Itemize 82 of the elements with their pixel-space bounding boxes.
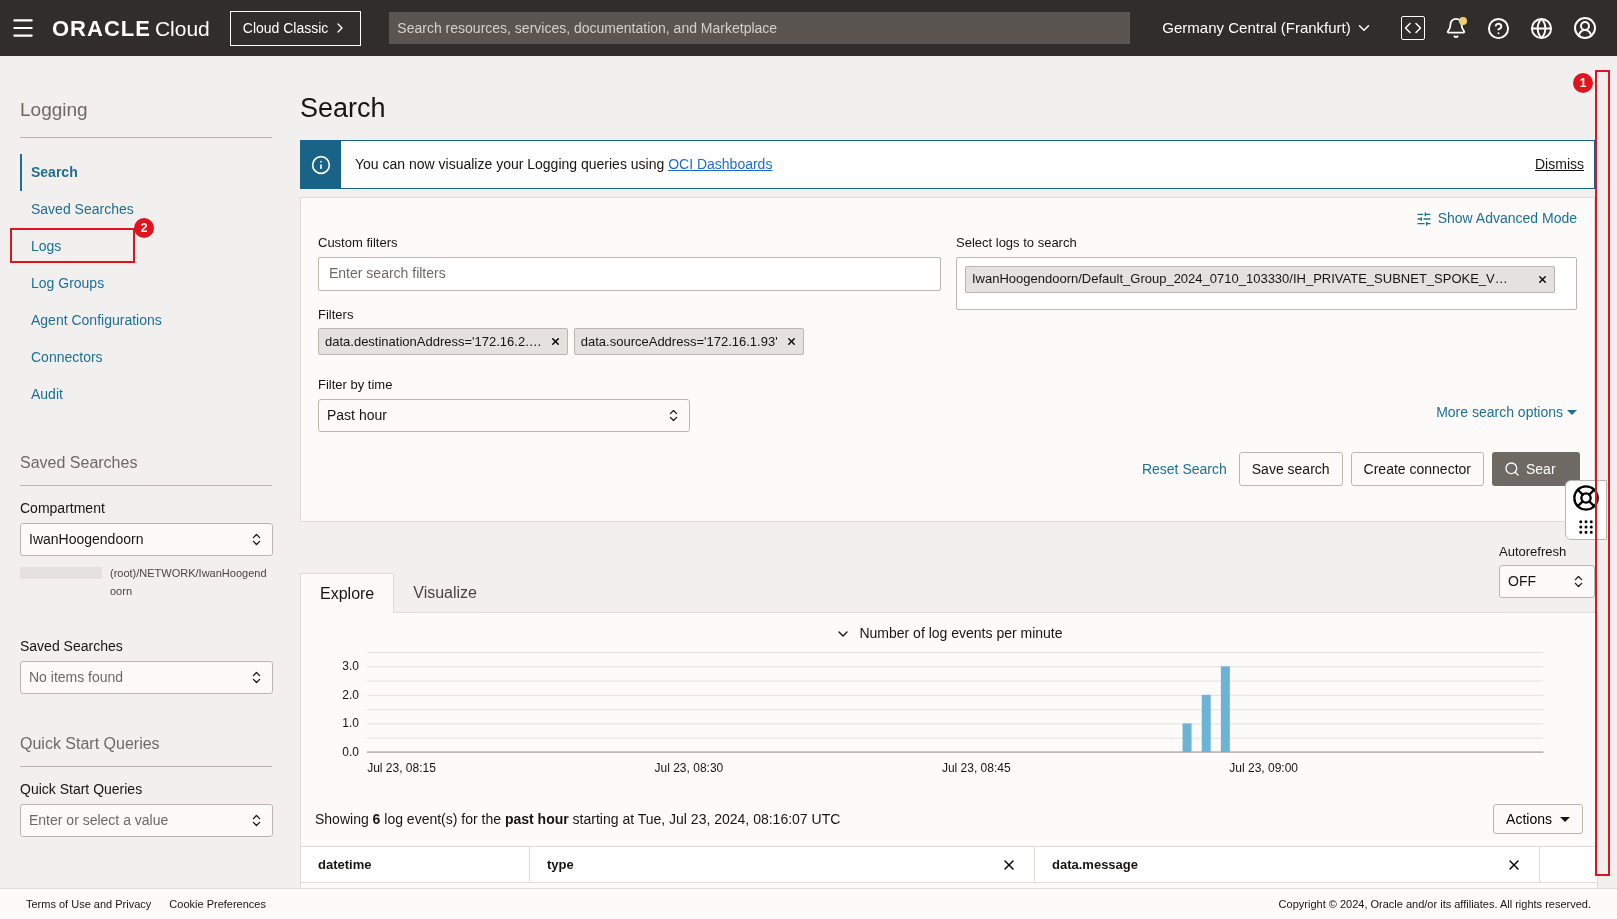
- bell-icon[interactable]: [1444, 17, 1467, 39]
- column-header[interactable]: type: [530, 847, 1035, 882]
- filter-chip[interactable]: data.destinationAddress='172.16.2.…: [318, 328, 568, 355]
- axis-label: Jul 23, 08:30: [654, 761, 724, 775]
- caret-icon: [1560, 816, 1570, 822]
- cloud-classic-button[interactable]: Cloud Classic: [229, 10, 362, 46]
- search-field[interactable]: Search resources, services, documentation, and Marketplace: [389, 12, 1131, 44]
- axis-label: 1.0: [342, 716, 359, 731]
- brand-suffix: Cloud: [154, 15, 210, 42]
- field-label: Quick Start Queries: [20, 779, 144, 799]
- field-label: Saved Searches: [20, 636, 124, 656]
- column-header[interactable]: datetime: [301, 847, 530, 882]
- filter-chip[interactable]: data.sourceAddress='172.16.1.93': [573, 328, 804, 355]
- time-select[interactable]: Past hour: [318, 398, 690, 432]
- sidebar-item[interactable]: Agent Configurations: [20, 301, 166, 339]
- page-title: Search: [300, 92, 387, 125]
- axis-label: 3.0: [342, 659, 359, 674]
- advanced-mode-link[interactable]: Show Advanced Mode: [1415, 208, 1577, 229]
- axis-label: Jul 23, 08:15: [367, 761, 436, 775]
- remove-icon[interactable]: [785, 336, 797, 347]
- filter-chip[interactable]: IwanHoogendoorn/Default_Group_2024_0710_103330/IH_PRIVATE_SUBNET_SPOKE_V…: [965, 265, 1555, 293]
- remove-icon[interactable]: [549, 336, 561, 347]
- sidebar-item[interactable]: Connectors: [20, 338, 107, 376]
- copyright-text: Copyright © 2024, Oracle and/or its affiliates. All rights reserved.: [1278, 896, 1591, 912]
- select-field[interactable]: Enter or select a value: [20, 803, 273, 837]
- help-widget[interactable]: [1565, 480, 1607, 540]
- grid-icon: [1577, 518, 1595, 536]
- field-label: Filters: [318, 305, 355, 324]
- user-avatar-icon[interactable]: [1572, 16, 1597, 40]
- banner-text: You can now visualize your Logging queries using OCI Dashboards: [355, 155, 773, 174]
- chart-bar: [1201, 694, 1211, 752]
- field-label: Filter by time: [318, 376, 394, 394]
- section-heading: Saved Searches: [20, 453, 138, 471]
- callout-badge: 1: [1573, 73, 1593, 93]
- section-heading: Quick Start Queries: [20, 734, 160, 752]
- autorefresh-select[interactable]: OFF: [1499, 565, 1595, 598]
- reset-link[interactable]: Reset Search: [1137, 458, 1231, 480]
- brand-logo[interactable]: ORACLE: [52, 11, 151, 45]
- axis-label: 2.0: [342, 687, 359, 702]
- chart-title[interactable]: Number of log events per minute: [835, 623, 1063, 644]
- select-field[interactable]: No items found: [20, 660, 273, 694]
- axis-label: Jul 23, 08:45: [941, 761, 1011, 775]
- tab[interactable]: Explore: [300, 573, 395, 613]
- column-header[interactable]: data.message: [1035, 847, 1540, 882]
- more-options-link[interactable]: More search options: [1436, 401, 1577, 423]
- region-selector[interactable]: Germany Central (Frankfurt): [1162, 16, 1373, 40]
- sidebar-item[interactable]: Search: [20, 153, 82, 191]
- lifebuoy-icon: [1572, 484, 1600, 512]
- callout-badge: 2: [134, 217, 154, 238]
- chart-bar: [1182, 723, 1192, 752]
- field-label: Compartment: [20, 498, 106, 518]
- results-summary: Showing 6 log event(s) for the past hour starting at Tue, Jul 23, 2024, 08:16:07 UTC: [315, 809, 841, 829]
- actions-button[interactable]: Actions: [1493, 804, 1583, 834]
- compartment-path: (root)/NETWORK/IwanHoogendoorn: [110, 565, 268, 599]
- axis-label: 0.0: [342, 745, 359, 759]
- field-label: Custom filters: [318, 234, 399, 252]
- logs-select-field[interactable]: IwanHoogendoorn/Default_Group_2024_0710_103330/IH_PRIVATE_SUBNET_SPOKE_V…: [956, 256, 1577, 310]
- help-icon[interactable]: [1486, 16, 1510, 40]
- globe-icon[interactable]: [1529, 16, 1553, 40]
- sidebar-item[interactable]: Logs: [20, 227, 66, 265]
- select-field[interactable]: IwanHoogendoorn: [20, 522, 273, 556]
- search-button[interactable]: Sear: [1492, 452, 1580, 486]
- footer-link[interactable]: Cookie Preferences: [169, 895, 266, 913]
- field-label: Autorefresh: [1499, 542, 1568, 561]
- sidebar-title: Logging: [20, 99, 88, 120]
- dashboards-link[interactable]: OCI Dashboards: [668, 156, 773, 172]
- field-label: Select logs to search: [956, 234, 1078, 252]
- caret-icon: [1567, 409, 1577, 415]
- tab[interactable]: Visualize: [394, 574, 496, 612]
- action-button[interactable]: Save search: [1238, 452, 1343, 486]
- action-button[interactable]: Create connector: [1350, 452, 1484, 486]
- dismiss-link[interactable]: Dismiss: [1535, 154, 1584, 175]
- info-icon: [311, 154, 331, 175]
- sliders-icon: [1415, 210, 1432, 227]
- input-field[interactable]: Enter search filters: [318, 256, 941, 291]
- axis-label: Jul 23, 09:00: [1229, 761, 1299, 775]
- sidebar-item[interactable]: Log Groups: [20, 264, 109, 302]
- remove-icon[interactable]: [1537, 273, 1548, 285]
- footer-link[interactable]: Terms of Use and Privacy: [26, 895, 152, 913]
- search-icon: [1504, 461, 1520, 477]
- sidebar-item[interactable]: Audit: [20, 375, 67, 413]
- code-editor-icon[interactable]: [1400, 16, 1425, 40]
